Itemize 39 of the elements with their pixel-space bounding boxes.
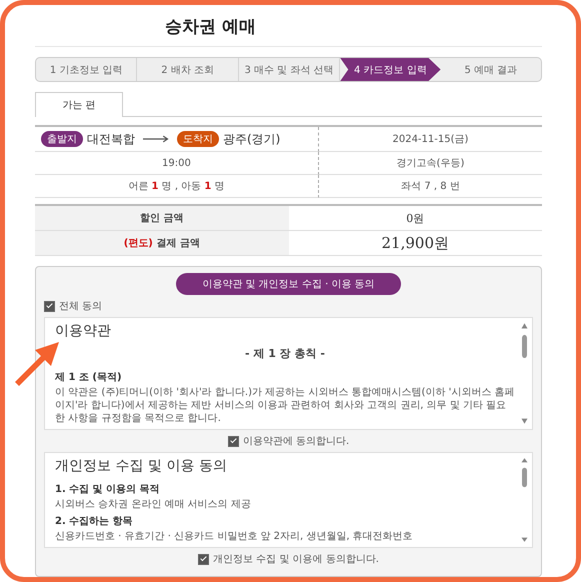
checkbox-label[interactable]: 개인정보 수집 및 이용에 동의합니다. (213, 552, 379, 566)
table-cell: 경기고속(우등) (318, 152, 542, 175)
arrival-name: 광주(경기) (223, 130, 280, 148)
scrollbar-icon[interactable] (521, 322, 528, 425)
checkbox-label[interactable]: 전체 동의 (59, 299, 102, 313)
chapter-heading: - 제 1 장 총칙 - (244, 346, 326, 361)
arrival-badge: 도착지 (177, 131, 219, 147)
table-cell: 좌석 7 , 8 번 (318, 175, 542, 198)
departure-badge: 출발지 (41, 131, 83, 147)
section-heading: 1. 수집 및 이용의 목적 (55, 483, 161, 496)
terms-paragraph: 시외버스 승차권 온라인 예매 서비스의 제공 (55, 498, 252, 511)
step-item: 5 예매 결과 (463, 64, 518, 78)
agreement-button[interactable]: 이용약관 및 개인정보 수집 · 이용 동의 (176, 273, 401, 295)
checkbox-label[interactable]: 이용약관에 동의합니다. (242, 434, 350, 448)
step-item: 3 매수 및 좌석 선택 (238, 58, 340, 81)
checkbox[interactable] (198, 554, 210, 564)
scrollbar-icon[interactable] (521, 457, 528, 543)
section-heading: 2. 수집하는 항목 (55, 515, 134, 528)
page-title: 승차권 예매 (35, 5, 542, 47)
terms-title: 이용약관 (55, 322, 112, 340)
step-item: 1 기초정보 입력 (36, 58, 138, 81)
price-value: 0원 (288, 206, 542, 231)
terms-paragraph: 신용카드번호 · 유효기간 · 신용카드 비밀번호 앞 2자리, 생년월일, 휴대전화번호 (55, 530, 414, 543)
step-item: 4 카드정보 입력 (340, 58, 441, 81)
departure-name: 대전복합 (87, 130, 135, 148)
price-label: (편도) 결제 금액 (35, 231, 288, 256)
checkbox[interactable] (228, 436, 239, 446)
table-cell: 어른 1 명 , 아동 1 명 (35, 175, 319, 198)
terms-paragraph: 이 약관은 (주)티머니(이하 '회사'라 합니다.)가 제공하는 시외버스 통합예매시스템(이하 '시외버스 홈페이지'라 합니다)에서 제공하는 제반 서비스의 이용과 관련하여 회사와 고객의 권리, 의무 및 기타 필요한 사항을 규정함을 목적으로 합니다. (55, 386, 515, 425)
checkbox[interactable] (44, 300, 55, 312)
price-label: 할인 금액 (35, 206, 288, 231)
table-cell: 19:00 (35, 152, 319, 175)
terms-title: 개인정보 수집 및 이용 동의 (55, 457, 228, 475)
article-heading: 제 1 조 (목적) (55, 371, 123, 384)
step-item: 2 배차 조회 (137, 58, 239, 81)
right-arrow-icon (143, 134, 169, 144)
price-value: 21,900원 (288, 231, 542, 256)
table-cell: 2024-11-15(금) (318, 127, 542, 152)
direction-tab[interactable]: 가는 편 (35, 92, 123, 117)
